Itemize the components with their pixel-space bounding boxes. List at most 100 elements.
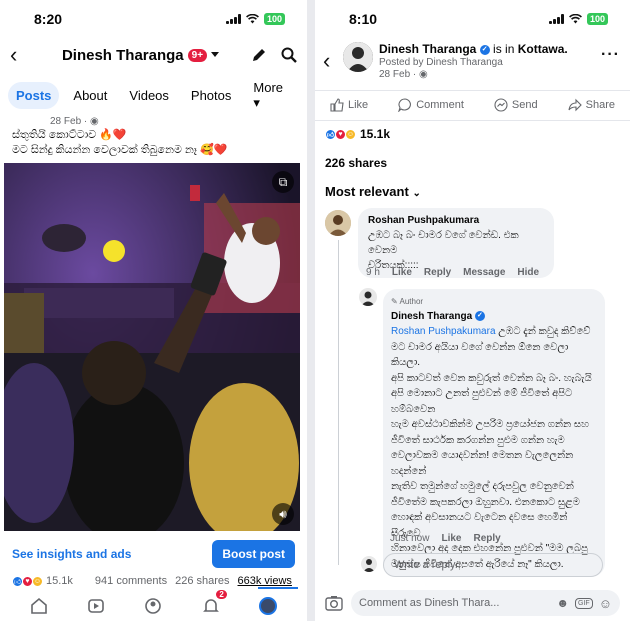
- share-button[interactable]: Share: [568, 98, 615, 112]
- wifi-icon: [246, 14, 259, 24]
- share-count[interactable]: 226 shares: [175, 575, 229, 587]
- like-icon: [330, 98, 344, 112]
- page-title-dropdown[interactable]: Dinesh Tharanga 9+: [30, 47, 251, 64]
- notification-badge: 2: [216, 590, 227, 599]
- send-button[interactable]: Send: [494, 98, 538, 112]
- tab-videos[interactable]: Videos: [121, 82, 177, 109]
- comment-placeholder: Comment as Dinesh Thara...: [359, 597, 500, 609]
- share-count[interactable]: 226 shares: [325, 156, 387, 170]
- post-video[interactable]: ⧉ 🔊︎: [4, 163, 300, 531]
- emoji-icon[interactable]: ☺: [599, 596, 612, 611]
- mention-link[interactable]: Roshan Pushpakumara: [391, 326, 496, 337]
- page-header: ‹ Dinesh Tharanga 9+: [0, 38, 307, 72]
- post-text-line2: මට සින්දු කියන්න වෙලාවක් තිබුනෙම නෑ 🥰❤️: [12, 144, 228, 156]
- picture-in-picture-icon[interactable]: ⧉: [272, 171, 294, 193]
- comment-icon: [398, 98, 412, 112]
- reply-time: Just now: [390, 533, 430, 544]
- menu-avatar-icon[interactable]: [258, 596, 278, 616]
- signal-icon: [225, 14, 241, 24]
- boost-post-button[interactable]: Boost post: [212, 540, 295, 568]
- reply-line-6: වෙලාවකම යොදවන්න! මෙතන වැලලෙන්න හදන්නේ: [391, 450, 574, 477]
- volume-icon[interactable]: 🔊︎: [272, 503, 294, 525]
- status-bar: 8:10 100: [315, 0, 630, 38]
- post-actions: Like Comment Send Share: [315, 91, 630, 119]
- gif-button[interactable]: GIF: [575, 597, 593, 609]
- sort-label: Most relevant: [325, 184, 409, 199]
- comment-actions: 9 h Like Reply Message Hide: [366, 267, 539, 278]
- insights-row: See insights and ads Boost post: [12, 540, 295, 568]
- like-button[interactable]: Like: [330, 98, 368, 112]
- location-name[interactable]: Kottawa.: [518, 42, 568, 56]
- view-count[interactable]: 663k views: [238, 575, 292, 587]
- comment-time: 9 h: [366, 267, 380, 278]
- comment-message-link[interactable]: Message: [463, 267, 505, 278]
- comment-hide-link[interactable]: Hide: [517, 267, 539, 278]
- divider: [315, 120, 630, 121]
- commenter-avatar[interactable]: [325, 210, 351, 236]
- comment-like-link[interactable]: Like: [392, 267, 412, 278]
- more-options-icon[interactable]: ···: [601, 46, 620, 64]
- commenter-name[interactable]: Roshan Pushpakumara: [368, 213, 544, 228]
- reactions-summary[interactable]: 👍︎ ♥ ☺ 15.1k: [325, 127, 390, 141]
- author-tag: ✎ Author: [391, 294, 597, 309]
- tab-more[interactable]: More ▾: [245, 74, 299, 117]
- home-icon[interactable]: [29, 596, 49, 616]
- author-tag-label: Author: [399, 297, 424, 306]
- insights-link[interactable]: See insights and ads: [12, 547, 131, 561]
- send-label: Send: [511, 99, 538, 111]
- video-icon[interactable]: [86, 596, 106, 616]
- post-time: 28 Feb ·: [50, 116, 91, 127]
- views-underline: [258, 587, 298, 589]
- tab-about[interactable]: About: [65, 82, 115, 109]
- back-arrow-icon[interactable]: ‹: [10, 42, 30, 68]
- post-stats: 👍︎ ♥ ☺ 15.1k 941 comments 226 shares 663…: [12, 575, 301, 587]
- my-avatar: [361, 556, 377, 572]
- comment-label: Comment: [416, 99, 464, 111]
- avatar-sticker-icon[interactable]: ☻: [556, 596, 569, 610]
- tab-photos[interactable]: Photos: [183, 82, 239, 109]
- reply-reply-link[interactable]: Reply: [473, 533, 500, 544]
- notifications-icon[interactable]: 2: [201, 590, 227, 616]
- post-time-text: 28 Feb ·: [379, 69, 420, 80]
- edit-pencil-icon[interactable]: [251, 47, 267, 63]
- sort-dropdown[interactable]: Most relevant ⌄: [325, 184, 421, 199]
- author-avatar[interactable]: [343, 42, 373, 72]
- reply-like-link[interactable]: Like: [441, 533, 461, 544]
- comment-button[interactable]: Comment: [398, 98, 464, 112]
- reaction-count: 15.1k: [360, 127, 391, 141]
- profile-tabs: Posts About Videos Photos More ▾: [0, 72, 307, 110]
- verified-badge-icon: ✓: [474, 311, 485, 322]
- bottom-nav: 2: [0, 590, 307, 621]
- profile-icon[interactable]: [143, 596, 163, 616]
- comment-count[interactable]: 941 comments: [95, 575, 167, 587]
- post-time: 28 Feb · ◉: [379, 69, 568, 81]
- caret-down-icon: ▾: [253, 94, 260, 110]
- camera-icon[interactable]: [325, 595, 343, 611]
- tab-posts[interactable]: Posts: [8, 81, 60, 109]
- messenger-icon: [494, 98, 508, 112]
- comment-input[interactable]: Comment as Dinesh Thara... ☻ GIF ☺: [351, 590, 620, 616]
- reply-input[interactable]: Write a reply...: [383, 553, 603, 577]
- search-icon[interactable]: [281, 47, 297, 63]
- reactions-summary[interactable]: 👍︎ ♥ ☺ 15.1k: [12, 575, 73, 587]
- back-arrow-icon[interactable]: ‹: [323, 48, 343, 74]
- reply-line-3: අපි මොනාට උනත් පුළුවන් මේ ජීවිතේ අපිට හම…: [391, 388, 573, 415]
- reply-author-name[interactable]: Dinesh Tharanga: [391, 311, 472, 322]
- globe-icon: ◉: [419, 69, 428, 80]
- reply-author-line: Dinesh Tharanga ✓: [391, 309, 597, 324]
- author-name[interactable]: Dinesh Tharanga: [379, 42, 476, 56]
- reply-line-8: ජීවිතේම කැපකරලා ඔහුනවා. එනකොට සුළම: [391, 496, 580, 508]
- signal-icon: [548, 14, 564, 24]
- chevron-down-icon: ⌄: [412, 188, 421, 199]
- reply-placeholder: Write a reply...: [394, 559, 464, 571]
- page-title: Dinesh Tharanga: [61, 46, 184, 64]
- reply-line-2: අපි කාටවත් වෙන කවුරුත් වෙන්න බෑ බං. හැබැ…: [391, 372, 592, 384]
- chevron-down-icon: [211, 52, 220, 57]
- reply-line-4: හැම අවස්ථාවකින්ම උපරිම ප්‍රයෝජන ගන්න සහ: [391, 419, 589, 430]
- thread-line: [338, 240, 339, 565]
- reply-author-avatar[interactable]: [359, 288, 377, 306]
- share-icon: [568, 98, 582, 112]
- comment-reply-link[interactable]: Reply: [424, 267, 451, 278]
- reply-line-0: උඹට දැන් කවුද කිව්වේ: [498, 326, 591, 337]
- posted-by: Posted by Dinesh Tharanga: [379, 57, 503, 68]
